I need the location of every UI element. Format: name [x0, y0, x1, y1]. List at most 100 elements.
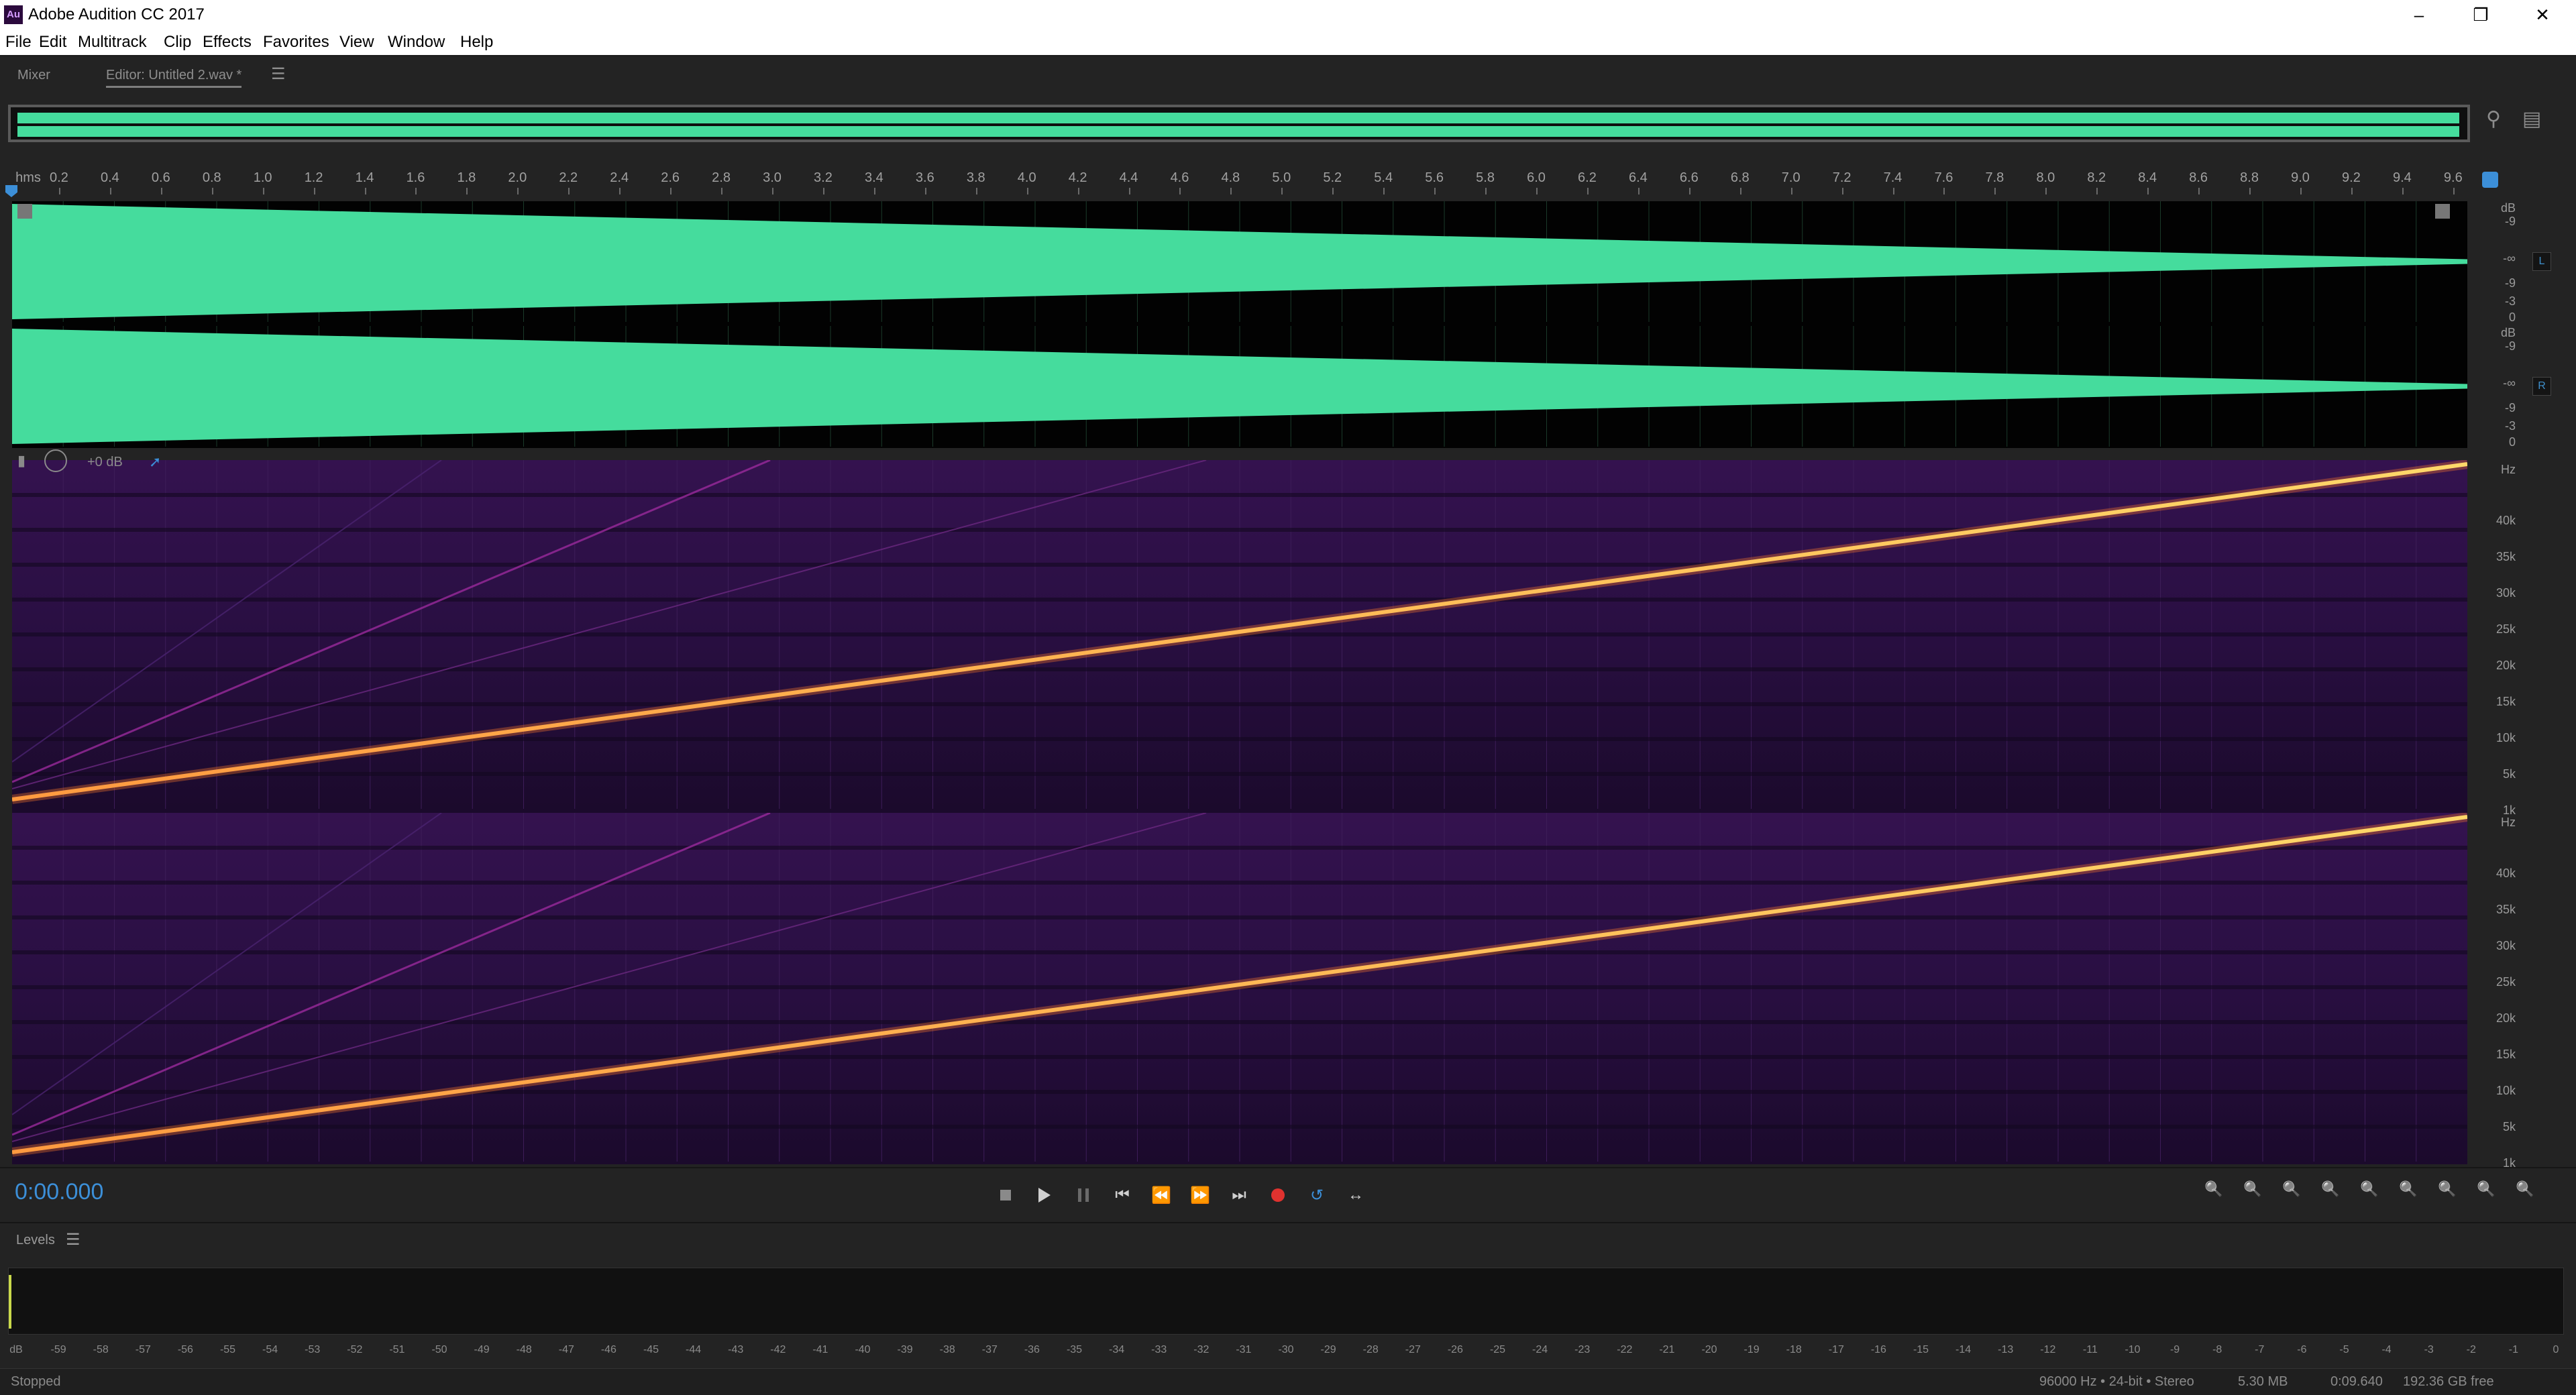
menu-multitrack[interactable]: Multitrack	[78, 31, 147, 54]
pause-button[interactable]	[1068, 1180, 1099, 1210]
ruler-tick	[1128, 188, 1130, 194]
playhead-marker[interactable]	[5, 185, 17, 197]
stop-button[interactable]	[990, 1180, 1021, 1210]
ruler-tick	[1332, 188, 1334, 194]
level-scale-label: -34	[1109, 1344, 1125, 1355]
ruler-tick	[2351, 188, 2353, 194]
go-to-end-button[interactable]: ⏭	[1224, 1180, 1254, 1210]
ruler-tick	[1434, 188, 1436, 194]
snap-toggle-icon[interactable]	[2482, 172, 2498, 188]
level-scale-label: -13	[1998, 1344, 2014, 1355]
level-scale-label: -9	[2169, 1344, 2180, 1355]
spectral-frequency-display[interactable]	[12, 460, 2467, 1164]
fade-in-handle-icon[interactable]	[17, 204, 32, 219]
channel-badge-right[interactable]: R	[2532, 377, 2551, 396]
level-scale-label: -46	[600, 1344, 616, 1355]
channel-badge-left[interactable]: L	[2532, 252, 2551, 271]
zoom-in-time-button[interactable]: 🔍	[2282, 1180, 2314, 1210]
ruler-tick	[1739, 188, 1741, 194]
overview-bar[interactable]	[8, 105, 2470, 142]
ruler-tick	[924, 188, 926, 194]
zoom-navigator-icon[interactable]: ⚲	[2486, 107, 2501, 131]
waveform-channel-left[interactable]	[12, 201, 2467, 322]
time-ruler[interactable]: hms 0.2 0.4 0.6 0.8 1.0 1.2 1.4 1.6 1.8 2.0 2.2 2.4…	[8, 168, 2463, 194]
fade-out-handle-icon[interactable]	[2435, 204, 2450, 219]
panel-menu-icon[interactable]: ☰	[271, 64, 286, 84]
menu-help[interactable]: Help	[460, 31, 493, 54]
loop-button[interactable]: ↺	[1301, 1180, 1332, 1210]
ruler-label: 4.6	[1170, 170, 1189, 185]
level-scale-label: -15	[1913, 1344, 1929, 1355]
ruler-tick	[1383, 188, 1385, 194]
gain-knob-icon[interactable]	[44, 449, 67, 472]
waveform-display[interactable]	[12, 201, 2467, 448]
ruler-label: 2.6	[661, 170, 680, 185]
harmonic-sweep-line	[12, 460, 771, 783]
menu-window[interactable]: Window	[388, 31, 445, 54]
ruler-tick	[1943, 188, 1945, 194]
spectral-hud: ▮ +0 dB ➚	[12, 449, 173, 473]
ruler-tick	[1230, 188, 1232, 194]
waveform-channel-right[interactable]	[12, 326, 2467, 447]
menu-effects[interactable]: Effects	[203, 31, 252, 54]
restore-button[interactable]: ❐	[2450, 0, 2512, 30]
level-scale-label: -43	[728, 1344, 744, 1355]
minimize-button[interactable]: –	[2388, 0, 2450, 30]
zoom-in-right-button[interactable]: 🔍	[2477, 1180, 2509, 1210]
spectral-channel-right[interactable]	[12, 813, 2467, 1162]
ruler-label: 4.4	[1119, 170, 1138, 185]
spectrogram-svg	[12, 460, 2467, 809]
ruler-tick	[211, 188, 213, 194]
frequency-scale-label: 40k	[2496, 867, 2516, 880]
zoom-to-selection-icon: 🔍	[2360, 1180, 2379, 1197]
fast-forward-button[interactable]: ⏩	[1185, 1180, 1216, 1210]
go-to-start-button[interactable]: ⏮	[1107, 1180, 1138, 1210]
zoom-out-amplitude-button[interactable]: 🔍	[2243, 1180, 2275, 1210]
ruler-label: 2.8	[712, 170, 731, 185]
close-button[interactable]: ✕	[2512, 0, 2573, 30]
level-scale-label: -58	[93, 1344, 109, 1355]
pin-hud-icon[interactable]: ➚	[149, 453, 161, 471]
zoom-full-button[interactable]: 🔍	[2399, 1180, 2431, 1210]
zoom-out-time-button[interactable]: 🔍	[2321, 1180, 2353, 1210]
overview-menu-icon[interactable]: ▤	[2522, 107, 2541, 131]
ruler-label: 8.2	[2087, 170, 2106, 185]
ruler-label: 3.0	[763, 170, 782, 185]
spectral-channel-left[interactable]	[12, 460, 2467, 809]
record-icon	[1271, 1188, 1285, 1202]
tab-editor[interactable]: Editor: Untitled 2.wav *	[106, 66, 242, 88]
rewind-button[interactable]: ⏪	[1146, 1180, 1177, 1210]
ruler-tick	[415, 188, 417, 194]
menu-view[interactable]: View	[339, 31, 374, 54]
levels-menu-icon[interactable]: ☰	[66, 1230, 80, 1249]
current-time-display[interactable]: 0:00.000	[15, 1179, 103, 1205]
play-button[interactable]	[1029, 1180, 1060, 1210]
menu-clip[interactable]: Clip	[164, 31, 191, 54]
zoom-out-full-button[interactable]: 🔍	[2516, 1180, 2548, 1210]
ruler-label: 8.4	[2138, 170, 2157, 185]
level-scale-label: -31	[1236, 1344, 1252, 1355]
ruler-label: 6.2	[1578, 170, 1597, 185]
menu-edit[interactable]: Edit	[39, 31, 66, 54]
level-meter	[8, 1268, 2564, 1335]
zoom-to-selection-button[interactable]: 🔍	[2360, 1180, 2392, 1210]
ruler-unit-label: hms	[15, 170, 41, 185]
ruler-tick	[1281, 188, 1283, 194]
ruler-tick	[1536, 188, 1538, 194]
level-scale-label: -53	[305, 1344, 321, 1355]
level-scale-label: -11	[2082, 1344, 2098, 1355]
record-button[interactable]	[1263, 1180, 1293, 1210]
go-to-end-icon: ⏭	[1232, 1186, 1246, 1204]
level-scale-label: -2	[2466, 1344, 2476, 1355]
frequency-scale-label: Hz	[2501, 463, 2516, 476]
zoom-in-left-button[interactable]: 🔍	[2438, 1180, 2470, 1210]
frequency-scale-label: 30k	[2496, 939, 2516, 952]
ruler-label: 6.6	[1679, 170, 1699, 185]
menu-file[interactable]: File	[5, 31, 32, 54]
tab-mixer[interactable]: Mixer	[17, 66, 50, 85]
skip-selection-button[interactable]: ↔	[1340, 1180, 1371, 1210]
frequency-scale-label: 10k	[2496, 1084, 2516, 1097]
zoom-in-amplitude-button[interactable]: 🔍	[2204, 1180, 2237, 1210]
levels-tab[interactable]: Levels	[16, 1233, 55, 1248]
menu-favorites[interactable]: Favorites	[263, 31, 329, 54]
